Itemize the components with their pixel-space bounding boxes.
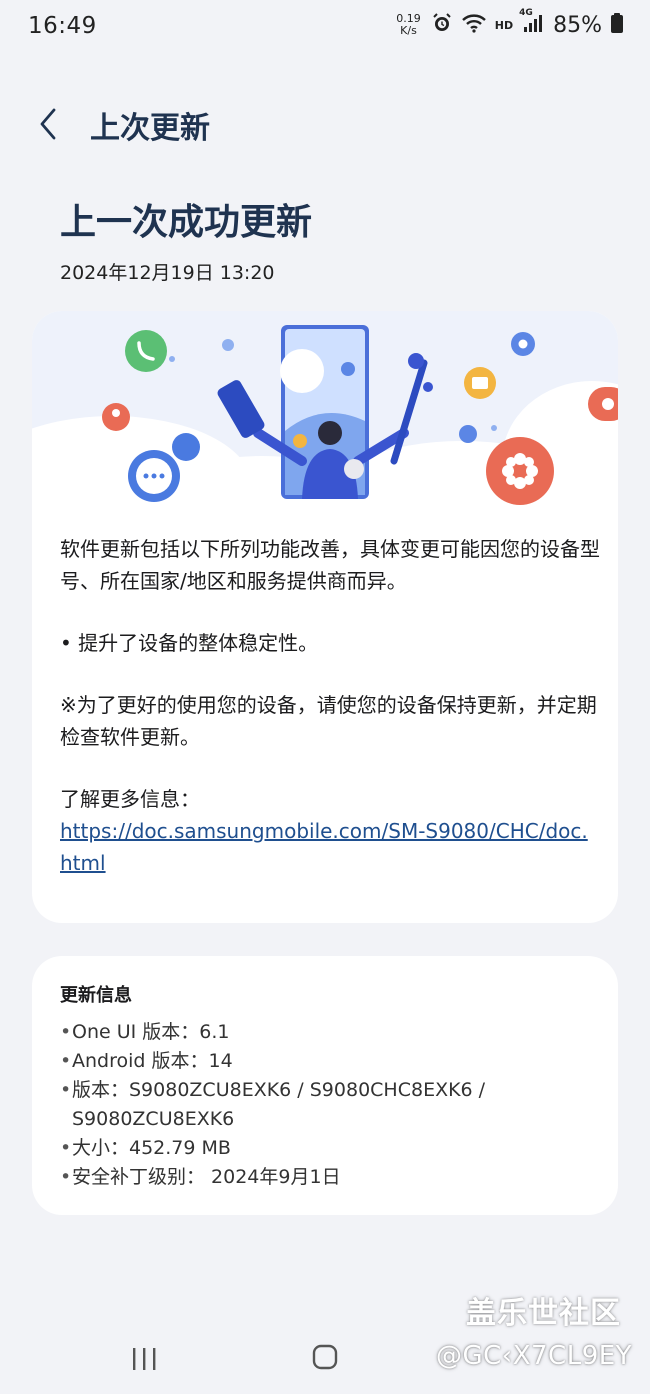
header-title: 上次更新 xyxy=(90,111,210,146)
page-title: 上一次成功更新 xyxy=(60,202,313,243)
update-illustration xyxy=(32,311,618,517)
chevron-left-icon xyxy=(40,108,56,140)
wifi-icon xyxy=(461,12,487,38)
recent-apps-button[interactable] xyxy=(130,1346,158,1372)
info-android-version: Android 版本：14 xyxy=(60,1047,600,1076)
notes-reminder: ※为了更好的使用您的设备，请使您的设备保持更新，并定期检查软件更新。 xyxy=(60,693,597,749)
info-build-version: 版本：S9080ZCU8EXK6 / S9080CHC8EXK6 / S9080… xyxy=(60,1076,600,1134)
back-button[interactable] xyxy=(34,104,64,144)
info-security-patch: 安全补丁级别： 2024年9月1日 xyxy=(60,1163,600,1192)
info-size: 大小：452.79 MB xyxy=(60,1134,600,1163)
release-notes-text: 软件更新包括以下所列功能改善，具体变更可能因您的设备型号、所在国家/地区和服务提… xyxy=(60,533,600,879)
home-icon xyxy=(312,1344,338,1370)
signal-icon: 4G xyxy=(519,8,543,38)
watermark-text: 盖乐世社区 xyxy=(466,1296,621,1331)
alarm-icon xyxy=(431,12,453,38)
hd-badge: HD xyxy=(494,18,514,32)
recent-apps-icon xyxy=(133,1348,156,1370)
watermark-user: @GC‹X7CL9EY xyxy=(436,1341,633,1371)
network-type: 4G xyxy=(519,8,533,18)
more-info-label: 了解更多信息： xyxy=(60,787,200,811)
release-notes-card: 软件更新包括以下所列功能改善，具体变更可能因您的设备型号、所在国家/地区和服务提… xyxy=(32,311,618,923)
battery-percent: 85% xyxy=(553,12,602,38)
net-speed-unit: K/s xyxy=(400,24,417,37)
update-date: 2024年12月19日 13:20 xyxy=(60,262,275,284)
update-info-list: One UI 版本：6.1 Android 版本：14 版本：S9080ZCU8… xyxy=(60,1018,600,1192)
notes-intro: 软件更新包括以下所列功能改善，具体变更可能因您的设备型号、所在国家/地区和服务提… xyxy=(60,537,600,593)
net-speed: 0.19 K/s xyxy=(396,13,421,37)
status-icons: 0.19 K/s HD 4G 85% xyxy=(396,8,624,38)
status-bar: 16:49 0.19 K/s HD 4G 85% xyxy=(0,0,650,56)
home-button[interactable] xyxy=(312,1344,338,1370)
status-time: 16:49 xyxy=(28,13,97,39)
update-info-card: 更新信息 One UI 版本：6.1 Android 版本：14 版本：S908… xyxy=(32,956,618,1215)
update-info-title: 更新信息 xyxy=(60,985,132,1006)
info-one-ui-version: One UI 版本：6.1 xyxy=(60,1018,600,1047)
more-info-link[interactable]: https://doc.samsungmobile.com/SM-S9080/C… xyxy=(60,819,588,875)
notes-bullet: • 提升了设备的整体稳定性。 xyxy=(60,631,319,655)
battery-icon xyxy=(610,12,624,38)
